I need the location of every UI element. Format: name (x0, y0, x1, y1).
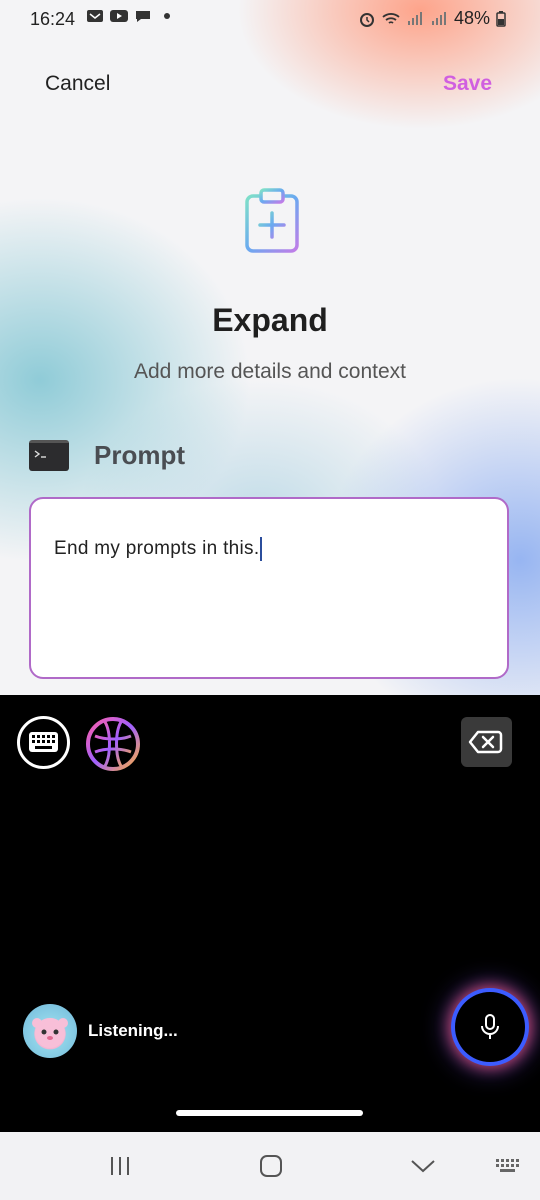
mic-icon (481, 1014, 499, 1039)
back-icon[interactable] (410, 1154, 436, 1178)
recent-apps-icon[interactable] (108, 1154, 132, 1178)
keyboard-icon (29, 732, 58, 752)
chat-icon (136, 11, 150, 22)
page-subtitle: Add more details and context (134, 360, 406, 383)
keyboard-switch-icon[interactable] (494, 1154, 522, 1178)
voice-keyboard: Listening... (0, 695, 540, 1132)
dot-icon (164, 13, 170, 19)
backspace-button[interactable] (461, 717, 512, 767)
clipboard-plus-icon (245, 188, 299, 253)
cancel-button[interactable]: Cancel (45, 72, 110, 96)
terminal-icon (29, 440, 69, 471)
avatar-character-icon (32, 1018, 68, 1048)
prompt-textarea[interactable]: End my prompts in this. (29, 497, 509, 679)
battery-icon (496, 10, 506, 27)
voicemail-icon (87, 10, 103, 22)
ai-orb-icon[interactable] (85, 716, 141, 772)
prompt-label: Prompt (94, 440, 185, 470)
status-bar: 16:24 48% (0, 0, 540, 40)
app-screen: 16:24 48% Cancel Save Expand Add more de… (0, 0, 540, 695)
home-icon[interactable] (258, 1154, 284, 1178)
battery-percent: 48% (453, 8, 490, 28)
mic-button[interactable] (455, 992, 525, 1062)
youtube-icon (110, 10, 128, 22)
listening-status: Listening... (88, 1021, 178, 1040)
prompt-text: End my prompts in this. (54, 538, 260, 560)
signal-icon (431, 11, 446, 25)
prompt-header: Prompt (29, 440, 185, 471)
avatar (23, 1004, 77, 1058)
backspace-icon (468, 730, 503, 754)
signal-icon (407, 11, 422, 25)
home-indicator[interactable] (176, 1110, 363, 1116)
navigation-bar (0, 1132, 540, 1200)
alarm-icon (359, 12, 374, 27)
page-title: Expand (212, 302, 328, 338)
status-time: 16:24 (30, 9, 76, 29)
keyboard-toggle-button[interactable] (17, 716, 70, 769)
wifi-icon (382, 12, 400, 24)
text-cursor (260, 537, 263, 561)
save-button[interactable]: Save (443, 72, 492, 96)
